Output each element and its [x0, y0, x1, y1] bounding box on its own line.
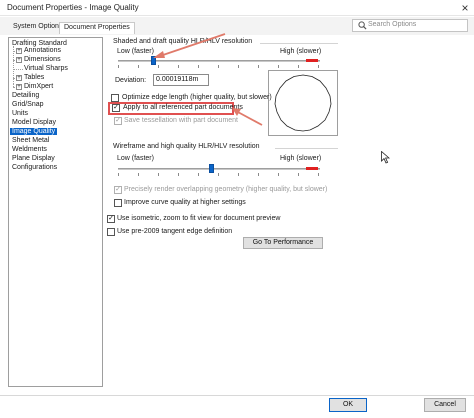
footer-divider	[0, 395, 474, 396]
ok-button[interactable]: OK	[329, 398, 367, 412]
annotation-arrowhead-top	[153, 51, 165, 58]
annotation-arrows	[153, 33, 263, 126]
annotation-arrow-bottom	[235, 110, 263, 126]
annotation-arrow-top	[159, 33, 226, 57]
cancel-button[interactable]: Cancel	[424, 398, 466, 412]
